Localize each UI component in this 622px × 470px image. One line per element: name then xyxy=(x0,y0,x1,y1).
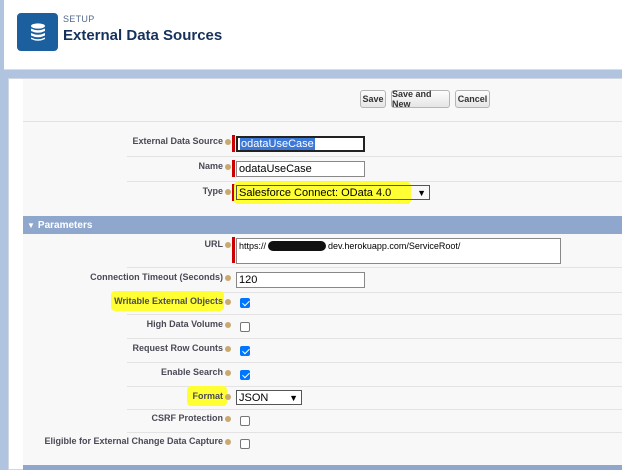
info-icon xyxy=(225,188,231,195)
external-data-source-input[interactable]: odataUseCase xyxy=(236,136,365,152)
info-icon xyxy=(225,274,231,281)
connection-timeout-label: Connection Timeout (Seconds) xyxy=(90,272,231,282)
name-input[interactable]: odataUseCase xyxy=(236,161,365,177)
request-row-counts-checkbox[interactable] xyxy=(240,346,250,356)
info-icon xyxy=(225,241,231,248)
info-icon xyxy=(225,345,231,352)
chevron-down-icon: ▼ xyxy=(289,393,298,403)
triangle-down-icon: ▼ xyxy=(27,220,35,230)
csrf-protection-label: CSRF Protection xyxy=(151,413,231,423)
required-indicator xyxy=(232,135,235,152)
info-icon xyxy=(225,321,231,328)
parameters-section-header[interactable]: ▼ Parameters xyxy=(23,216,622,234)
button-bar: Save Save and New Cancel xyxy=(23,89,622,115)
cancel-button[interactable]: Cancel xyxy=(455,90,490,108)
save-and-new-button[interactable]: Save and New xyxy=(391,89,450,109)
required-indicator xyxy=(232,160,235,177)
divider xyxy=(127,409,622,410)
divider xyxy=(127,314,622,315)
divider xyxy=(127,267,622,268)
request-row-counts-label: Request Row Counts xyxy=(132,343,231,353)
chevron-down-icon: ▼ xyxy=(417,188,426,198)
csrf-protection-checkbox[interactable] xyxy=(240,416,250,426)
change-data-capture-label: Eligible for External Change Data Captur… xyxy=(44,436,231,446)
divider xyxy=(127,156,622,157)
edit-panel-body: Save Save and New Cancel External Data S… xyxy=(23,79,622,470)
info-icon xyxy=(225,138,231,145)
required-indicator xyxy=(232,237,235,263)
url-textarea[interactable]: https://dev.herokuapp.com/ServiceRoot/ xyxy=(236,238,561,264)
connection-timeout-input[interactable]: 120 xyxy=(236,272,365,288)
change-data-capture-checkbox[interactable] xyxy=(240,439,250,449)
writable-external-objects-label: Writable External Objects xyxy=(114,296,231,306)
high-data-volume-checkbox[interactable] xyxy=(240,322,250,332)
save-button[interactable]: Save xyxy=(360,90,386,108)
database-icon xyxy=(17,13,58,51)
info-icon xyxy=(225,438,231,445)
type-label: Type xyxy=(203,186,231,196)
type-select[interactable]: Salesforce Connect: OData 4.0 ▼ xyxy=(236,185,430,200)
divider xyxy=(127,432,622,433)
info-icon xyxy=(225,298,231,305)
divider xyxy=(127,362,622,363)
redaction-mark xyxy=(268,241,327,251)
info-icon xyxy=(225,369,231,376)
high-data-volume-label: High Data Volume xyxy=(147,319,231,329)
page-title: External Data Sources xyxy=(63,27,223,44)
info-icon xyxy=(225,163,231,170)
page-header: SETUP External Data Sources xyxy=(4,0,622,70)
setup-label: SETUP xyxy=(63,14,95,24)
format-label: Format xyxy=(192,391,231,401)
divider xyxy=(23,121,622,122)
divider xyxy=(127,338,622,339)
info-icon xyxy=(225,393,231,400)
edit-panel: Save Save and New Cancel External Data S… xyxy=(8,78,622,470)
enable-search-label: Enable Search xyxy=(161,367,231,377)
info-icon xyxy=(225,415,231,422)
enable-search-checkbox[interactable] xyxy=(240,370,250,380)
format-select[interactable]: JSON ▼ xyxy=(236,390,302,405)
writable-external-objects-checkbox[interactable] xyxy=(240,298,250,308)
external-data-source-label: External Data Source xyxy=(132,136,231,146)
section-footer xyxy=(23,465,622,470)
url-label: URL xyxy=(205,239,231,249)
name-label: Name xyxy=(198,161,231,171)
